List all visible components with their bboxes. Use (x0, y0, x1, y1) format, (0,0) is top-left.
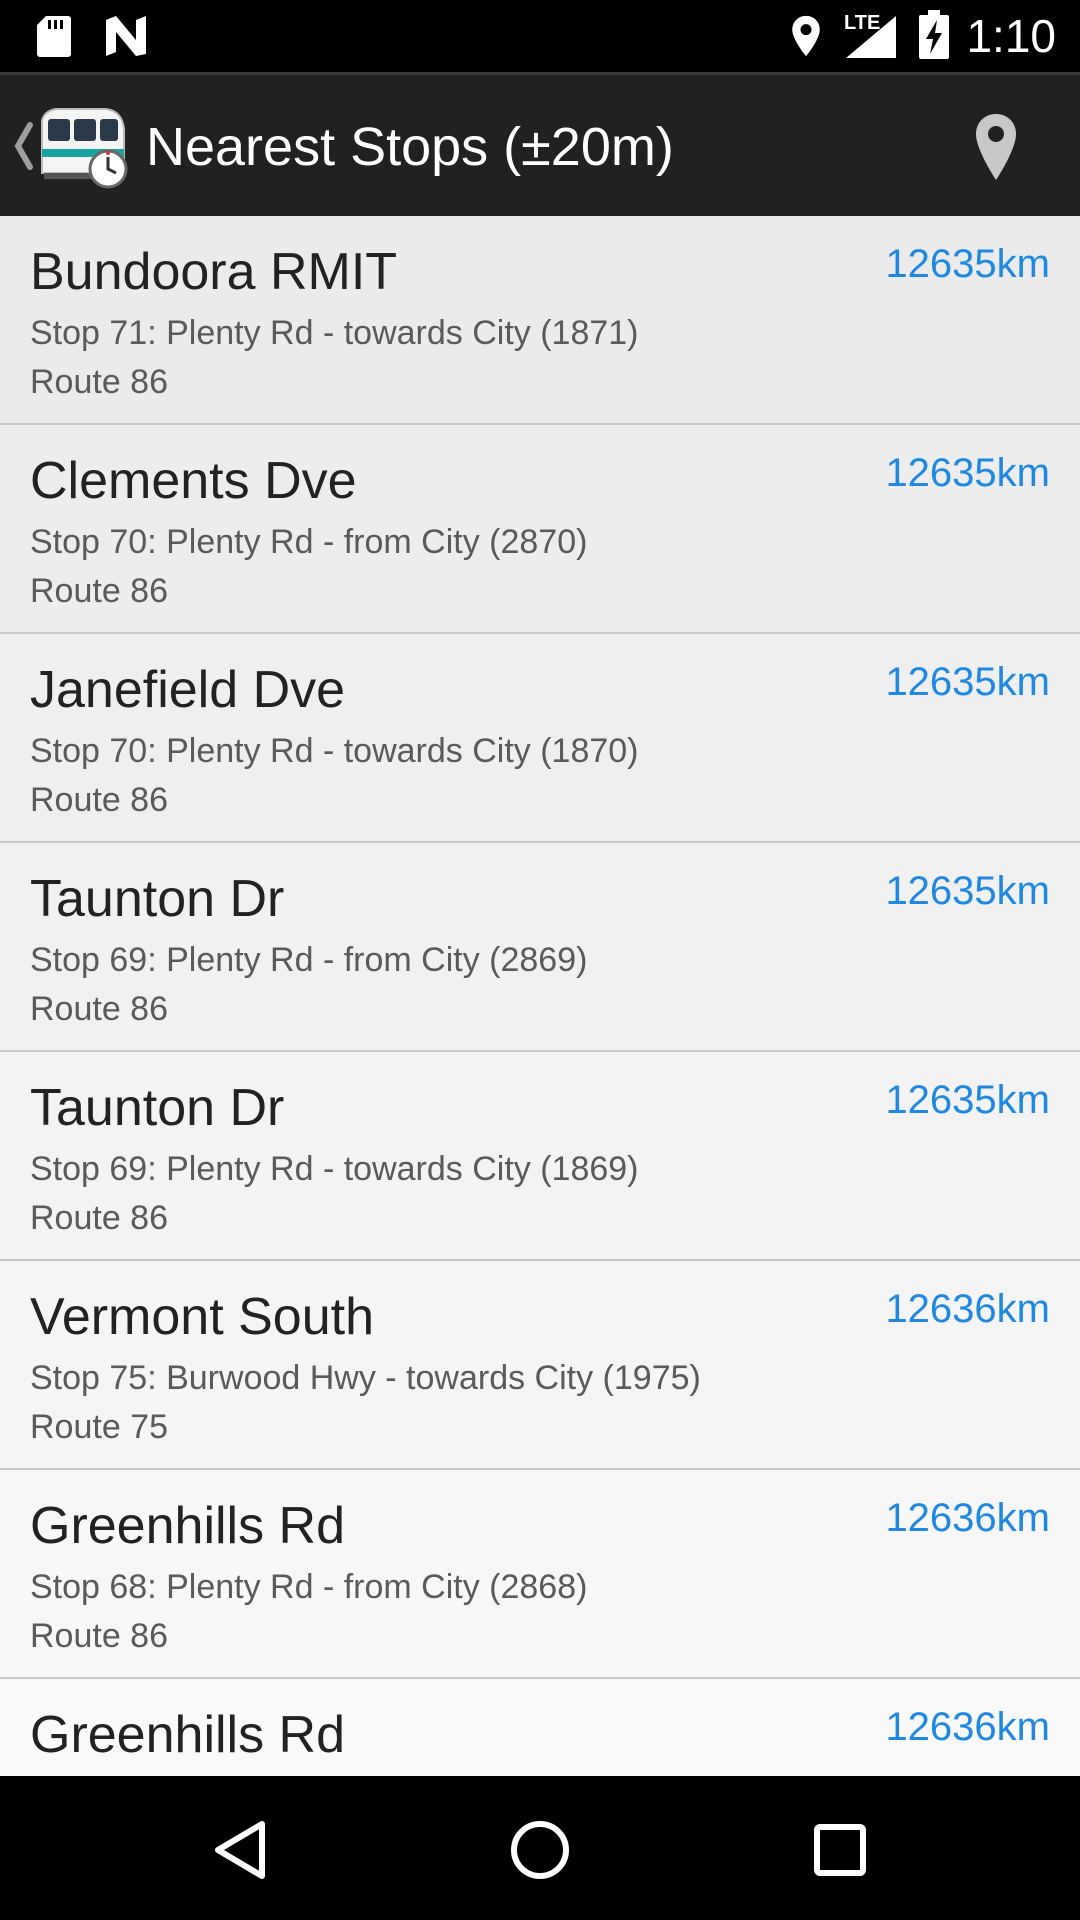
stop-distance: 12635km (885, 1078, 1050, 1122)
stop-description: Stop 70: Plenty Rd - from City (2870) (30, 523, 588, 561)
action-bar: Nearest Stops (±20m) (0, 72, 1080, 216)
stop-distance: 12636km (885, 1287, 1050, 1331)
stop-description: Stop 69: Plenty Rd - towards City (1869) (30, 1150, 639, 1188)
status-bar: LTE 1:10 (0, 0, 1080, 72)
stop-name: Janefield Dve (30, 661, 346, 719)
sd-card-icon (37, 16, 71, 57)
location-pin-icon (976, 114, 1016, 180)
stop-name: Greenhills Rd (30, 1497, 346, 1555)
page-title: Nearest Stops (±20m) (146, 117, 674, 177)
home-circle-icon (511, 1821, 569, 1879)
stop-name: Bundoora RMIT (30, 243, 398, 301)
stop-route: Route 86 (30, 781, 168, 819)
location-pin-icon (792, 15, 820, 57)
stop-route: Route 86 (30, 363, 168, 401)
stop-list[interactable]: Bundoora RMIT Stop 71: Plenty Rd - towar… (0, 216, 1080, 1776)
stop-name: Taunton Dr (30, 870, 285, 928)
location-button[interactable] (960, 111, 1032, 183)
screen: LTE 1:10 Nearest Stops (±20m) Bundoora R… (0, 0, 1080, 1920)
stop-route: Route 86 (30, 990, 168, 1028)
back-chevron-icon[interactable] (12, 121, 34, 171)
stop-description: Stop 71: Plenty Rd - towards City (1871) (30, 314, 639, 352)
recents-button[interactable] (800, 1810, 880, 1890)
home-button[interactable] (500, 1810, 580, 1890)
battery-charging-icon (919, 10, 949, 59)
stop-name: Vermont South (30, 1288, 374, 1346)
stop-route: Route 75 (30, 1408, 168, 1446)
recents-square-icon (814, 1824, 866, 1876)
n-logo-icon (106, 16, 146, 56)
stop-distance: 12635km (885, 451, 1050, 495)
stop-distance: 12635km (885, 660, 1050, 704)
stop-list-item[interactable]: Janefield Dve Stop 70: Plenty Rd - towar… (0, 634, 1080, 843)
stop-description: Stop 70: Plenty Rd - towards City (1870) (30, 732, 639, 770)
tram-clock-app-icon[interactable] (36, 101, 132, 191)
back-triangle-icon (215, 1821, 265, 1879)
stop-list-item[interactable]: Greenhills Rd 12636km (0, 1679, 1080, 1776)
clock: 1:10 (966, 10, 1056, 62)
stop-name: Greenhills Rd (30, 1706, 346, 1764)
stop-list-item[interactable]: Taunton Dr Stop 69: Plenty Rd - from Cit… (0, 843, 1080, 1052)
stop-list-item[interactable]: Bundoora RMIT Stop 71: Plenty Rd - towar… (0, 216, 1080, 425)
stop-description: Stop 69: Plenty Rd - from City (2869) (30, 941, 588, 979)
stop-distance: 12636km (885, 1705, 1050, 1749)
stop-list-item[interactable]: Taunton Dr Stop 69: Plenty Rd - towards … (0, 1052, 1080, 1261)
stop-name: Taunton Dr (30, 1079, 285, 1137)
signal-icon: LTE (840, 12, 900, 62)
stop-list-item[interactable]: Vermont South Stop 75: Burwood Hwy - tow… (0, 1261, 1080, 1470)
stop-route: Route 86 (30, 572, 168, 610)
stop-distance: 12635km (885, 242, 1050, 286)
navigation-bar (0, 1776, 1080, 1920)
stop-distance: 12635km (885, 869, 1050, 913)
stop-route: Route 86 (30, 1199, 168, 1237)
stop-list-item[interactable]: Clements Dve Stop 70: Plenty Rd - from C… (0, 425, 1080, 634)
stop-route: Route 86 (30, 1617, 168, 1655)
stop-distance: 12636km (885, 1496, 1050, 1540)
stop-list-item[interactable]: Greenhills Rd Stop 68: Plenty Rd - from … (0, 1470, 1080, 1679)
back-button[interactable] (200, 1810, 280, 1890)
stop-description: Stop 75: Burwood Hwy - towards City (197… (30, 1359, 701, 1397)
stop-name: Clements Dve (30, 452, 357, 510)
stop-description: Stop 68: Plenty Rd - from City (2868) (30, 1568, 588, 1606)
